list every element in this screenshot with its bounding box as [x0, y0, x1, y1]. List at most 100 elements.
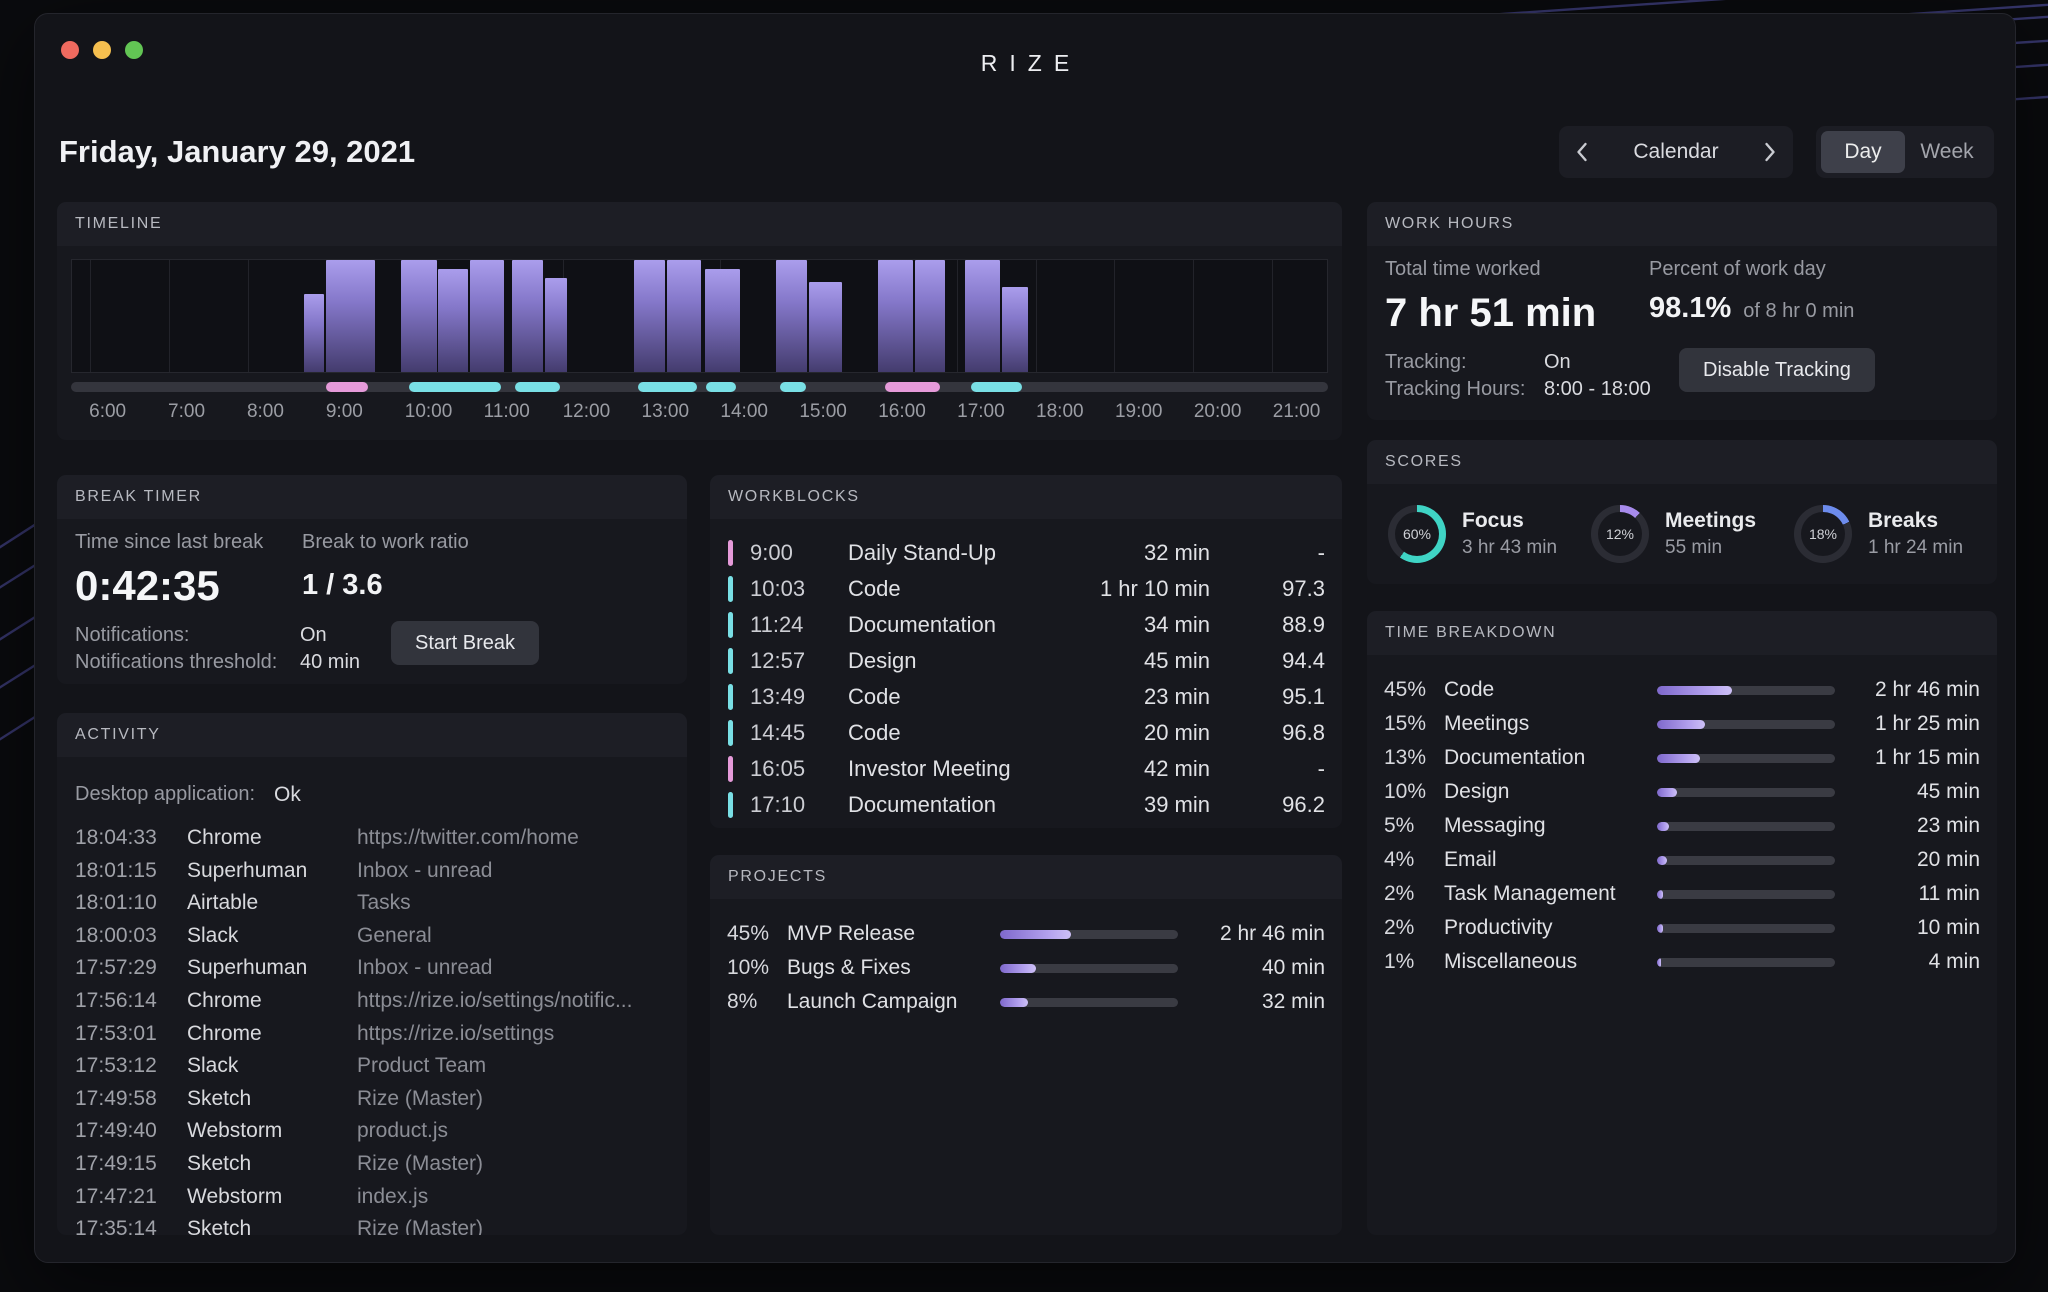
- workblock-category-marker: [728, 612, 733, 638]
- timeline-panel: TIMELINE: [57, 202, 1342, 440]
- activity-time: 17:49:40: [75, 1119, 187, 1143]
- workblock-category-marker: [728, 576, 733, 602]
- breakdown-row: 5% Messaging 23 min: [1384, 809, 1980, 843]
- project-name: MVP Release: [787, 922, 1000, 946]
- timeline-bar: [705, 269, 740, 372]
- timeline-axis-label: 7:00: [168, 401, 205, 423]
- breakdown-category: Documentation: [1444, 746, 1657, 770]
- time-breakdown-panel-header: TIME BREAKDOWN: [1367, 611, 1997, 655]
- timeline-axis-label: 19:00: [1115, 401, 1163, 423]
- project-bar-fill: [1000, 964, 1036, 973]
- activity-row: 17:56:14 Chrome https://rize.io/settings…: [75, 989, 669, 1022]
- breakdown-duration: 4 min: [1835, 950, 1980, 974]
- timeline-axis-label: 6:00: [89, 401, 126, 423]
- score-ring-icon: 60%: [1388, 505, 1446, 563]
- breakdown-duration: 1 hr 15 min: [1835, 746, 1980, 770]
- workblock-category-marker: [728, 792, 733, 818]
- activity-app: Sketch: [187, 1152, 357, 1176]
- workblock-name: Documentation: [848, 612, 1040, 638]
- project-duration: 32 min: [1178, 990, 1325, 1014]
- percent-workday-value: 98.1%: [1649, 292, 1731, 325]
- workblock-score: 96.2: [1210, 792, 1325, 818]
- workblock-name: Investor Meeting: [848, 756, 1040, 782]
- disable-tracking-button[interactable]: Disable Tracking: [1679, 348, 1875, 392]
- timeline-bar: [470, 260, 504, 372]
- project-name: Bugs & Fixes: [787, 956, 1000, 980]
- activity-app: Chrome: [187, 826, 357, 850]
- breakdown-row: 10% Design 45 min: [1384, 775, 1980, 809]
- activity-time: 17:53:12: [75, 1054, 187, 1078]
- timeline-axis-label: 8:00: [247, 401, 284, 423]
- project-percent: 10%: [727, 956, 787, 980]
- activity-app: Chrome: [187, 1022, 357, 1046]
- chevron-right-icon[interactable]: [1764, 142, 1776, 162]
- score-duration: 3 hr 43 min: [1462, 537, 1557, 559]
- breakdown-bar-track: [1657, 856, 1835, 865]
- breakdown-bar-fill: [1657, 890, 1663, 899]
- breakdown-bar-track: [1657, 686, 1835, 695]
- workblock-duration: 45 min: [1040, 648, 1210, 674]
- breakdown-row: 1% Miscellaneous 4 min: [1384, 945, 1980, 979]
- workblock-name: Code: [848, 576, 1040, 602]
- workblocks-panel: WORKBLOCKS 9:00 Daily Stand-Up 32 min - …: [710, 475, 1342, 828]
- activity-time: 18:00:03: [75, 924, 187, 948]
- workblock-time: 11:24: [750, 612, 848, 638]
- workblock-row: 12:57 Design 45 min 94.4: [728, 643, 1325, 679]
- timeline-workblock-segment: [706, 382, 736, 392]
- activity-app: Superhuman: [187, 859, 357, 883]
- breakdown-bar-track: [1657, 720, 1835, 729]
- workblock-category-marker: [728, 720, 733, 746]
- timeline-axis-label: 16:00: [878, 401, 926, 423]
- breakdown-percent: 2%: [1384, 882, 1444, 906]
- workblock-time: 9:00: [750, 540, 848, 566]
- breakdown-bar-fill: [1657, 788, 1677, 797]
- tracking-hours-value: 8:00 - 18:00: [1544, 376, 1651, 403]
- desktop-app-value: Ok: [274, 783, 301, 807]
- scores-body: 60% Focus 3 hr 43 min 12% Meetings 55 mi…: [1388, 484, 1997, 584]
- timeline-bar: [634, 260, 666, 372]
- workblock-time: 16:05: [750, 756, 848, 782]
- activity-title: ACTIVITY: [75, 726, 161, 744]
- start-break-button[interactable]: Start Break: [391, 621, 539, 665]
- breakdown-row: 2% Task Management 11 min: [1384, 877, 1980, 911]
- breakdown-category: Email: [1444, 848, 1657, 872]
- activity-app: Superhuman: [187, 956, 357, 980]
- workblock-duration: 20 min: [1040, 720, 1210, 746]
- tracking-hours-label: Tracking Hours:: [1385, 376, 1544, 403]
- breakdown-percent: 15%: [1384, 712, 1444, 736]
- breakdown-category: Miscellaneous: [1444, 950, 1657, 974]
- view-toggle: Day Week: [1816, 126, 1994, 178]
- score-ring-icon: 18%: [1794, 505, 1852, 563]
- activity-row: 18:01:15 Superhuman Inbox - unread: [75, 859, 669, 892]
- activity-time: 17:56:14: [75, 989, 187, 1013]
- timeline-bar: [878, 260, 913, 372]
- workblocks-title: WORKBLOCKS: [728, 488, 860, 506]
- timeline-bar: [667, 260, 701, 372]
- break-timer-panel-header: BREAK TIMER: [57, 475, 687, 519]
- notifications-threshold-value: 40 min: [300, 649, 360, 676]
- tab-day[interactable]: Day: [1821, 131, 1905, 173]
- breakdown-bar-track: [1657, 958, 1835, 967]
- break-ratio-value: 1 / 3.6: [302, 569, 469, 602]
- activity-panel-header: ACTIVITY: [57, 713, 687, 757]
- activity-row: 17:49:40 Webstorm product.js: [75, 1119, 669, 1152]
- timeline-workblock-segment: [780, 382, 806, 392]
- project-duration: 40 min: [1178, 956, 1325, 980]
- chevron-left-icon[interactable]: [1576, 142, 1588, 162]
- timeline-workblock-segment: [409, 382, 501, 392]
- activity-row: 17:49:15 Sketch Rize (Master): [75, 1152, 669, 1185]
- timeline-axis: 6:00 7:00 8:00 9:00 10:00 11:00 12:00 13…: [71, 401, 1328, 427]
- tab-week[interactable]: Week: [1905, 131, 1989, 173]
- activity-row: 18:00:03 Slack General: [75, 924, 669, 957]
- timeline-bar: [304, 294, 324, 372]
- workblock-time: 17:10: [750, 792, 848, 818]
- timeline-bars: [72, 260, 1327, 372]
- break-ratio-label: Break to work ratio: [302, 531, 469, 554]
- score-item: 12% Meetings 55 min: [1591, 505, 1794, 563]
- calendar-label[interactable]: Calendar: [1633, 140, 1718, 164]
- projects-panel-header: PROJECTS: [710, 855, 1342, 899]
- since-break-value: 0:42:35: [75, 562, 302, 610]
- breakdown-percent: 5%: [1384, 814, 1444, 838]
- activity-panel: ACTIVITY Desktop application: Ok 18:04:3…: [57, 713, 687, 1235]
- workblock-score: 88.9: [1210, 612, 1325, 638]
